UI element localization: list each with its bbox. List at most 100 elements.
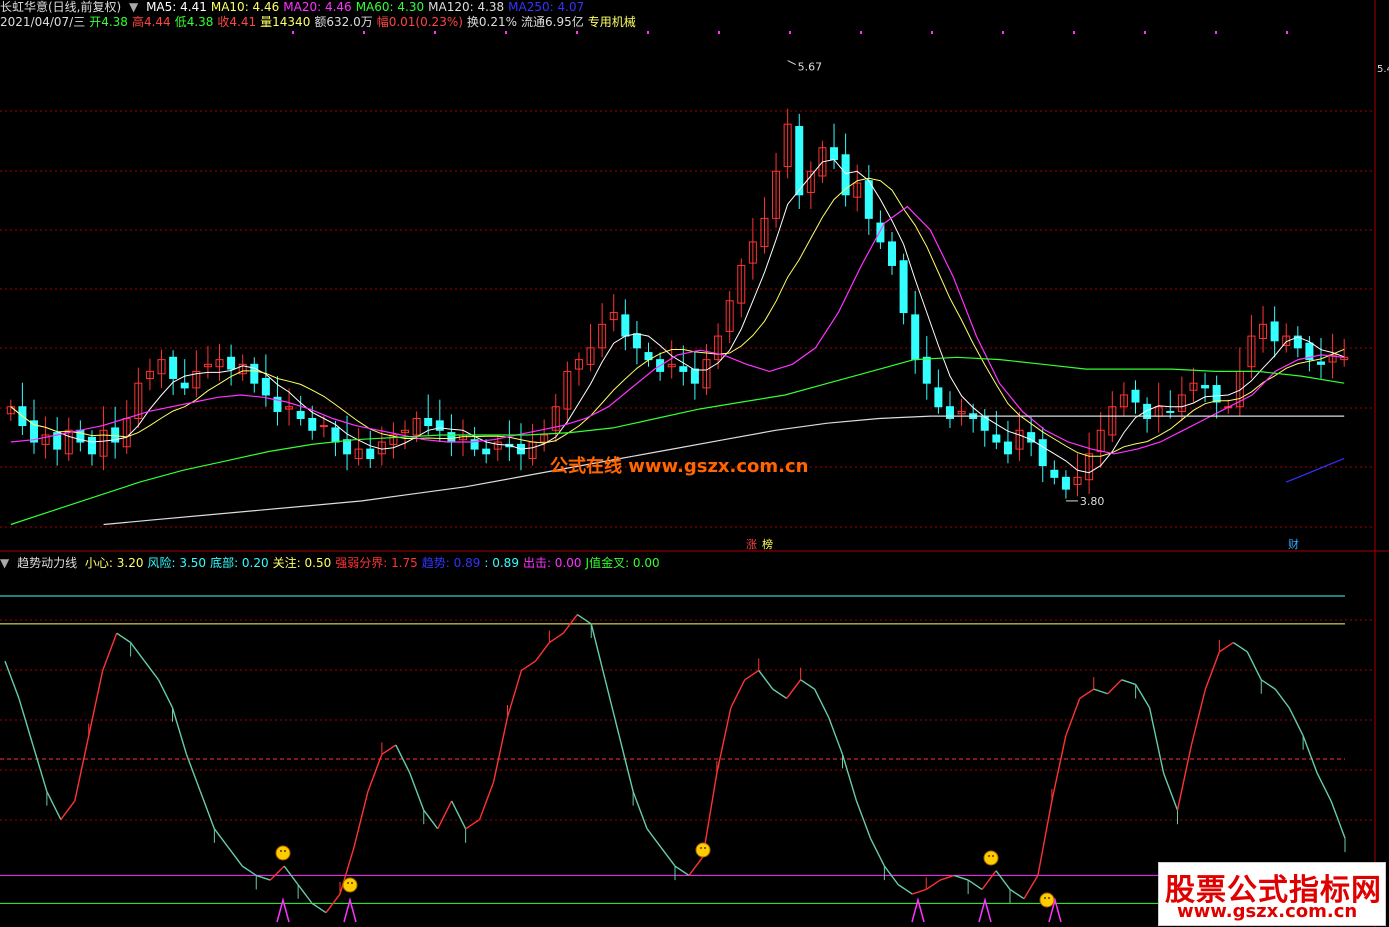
trend-line-segment [688,856,704,876]
candle-body [621,314,630,337]
trend-line-segment [1023,875,1039,900]
top-tick [931,31,933,34]
stock-title[interactable]: 长虹华意(日线,前复权) [0,0,121,14]
trend-line-segment [32,744,48,792]
price-header: 长虹华意(日线,前复权) ▼ MA5: 4.41 MA10: 4.46 MA20: … [0,0,588,14]
candle-body [1270,321,1279,342]
trend-line-segment [1079,688,1095,700]
smiley-icon [1039,892,1055,908]
trend-line-segment [256,874,271,881]
candle-body [1201,385,1210,389]
ma60-line [10,356,1345,526]
top-tick [292,31,294,34]
ma-readout: MA10: 4.46 [210,0,280,14]
quote-field: 换0.21% [466,15,518,29]
trend-line-segment [939,874,955,881]
price-tag: 涨 [746,538,757,551]
top-tick [647,31,649,34]
ma5-line [10,158,1345,474]
smiley-icon [983,850,999,866]
top-tick [363,31,365,34]
candle-body [343,439,352,455]
trend-line-segment [744,669,760,681]
trend-line-segment [604,679,620,736]
trend-line-segment [1162,772,1179,811]
trend-line-segment [730,679,746,709]
trend-line-segment [74,735,90,802]
price-tag: 财 [1288,537,1299,551]
trend-line-segment [199,791,216,830]
trend-line-segment [758,670,774,690]
trend-line-segment [465,818,480,830]
trend-line-segment [1107,679,1123,695]
indicator-readout: : 0.89 [484,556,519,570]
candle-body [922,356,931,384]
candle-body [934,387,943,408]
high-label: 5.67 [798,61,823,74]
trend-line-segment [171,707,188,755]
trend-line-segment [841,754,858,802]
top-tick [434,31,436,34]
candle-body [87,436,96,455]
trend-line-segment [116,632,132,644]
top-tick [860,31,862,34]
candle-body [424,418,433,427]
trend-line-segment [1190,688,1207,746]
candle-body [992,434,1001,443]
trend-line-segment [241,865,257,877]
trend-line-segment [1274,688,1290,709]
trend-line-segment [1037,800,1053,876]
right-axis-label: 5.4 [1377,64,1389,75]
trend-line-segment [1093,688,1108,695]
ma-readout: MA120: 4.38 [428,0,505,14]
trend-line-segment [157,679,174,709]
candle-body [1317,361,1326,365]
indicator-readout: 风险: 3.50 [147,556,207,570]
trend-line-segment [409,772,425,811]
indicator-readout: 出击: 0.00 [522,556,582,570]
quote-field: 流通6.95亿 [521,15,584,29]
trend-line-segment [1204,651,1221,690]
quote-field: 幅0.01(0.23%) [376,15,463,29]
trend-line-segment [1135,684,1151,709]
indicator-dropdown-icon[interactable]: ▼ [0,556,9,570]
trend-line-segment [1148,707,1165,774]
trend-line-segment [632,791,648,830]
ma250-line [1285,457,1345,483]
candle-body [830,147,839,161]
candle-body [366,448,375,460]
quote-field: 高4.44 [131,15,171,29]
top-tick [1144,31,1146,34]
trend-line-segment [1288,707,1304,736]
ma-readout: MA250: 4.07 [508,0,585,14]
candle-body [1050,469,1059,478]
candle-body [911,314,920,361]
trend-line-segment [102,632,118,671]
trend-line-segment [1065,698,1081,736]
trend-line-segment [213,828,229,848]
smiley-eye [351,882,353,884]
smiley-icon [342,877,358,893]
trend-line-segment [1260,679,1276,690]
trend-line-segment [311,902,327,914]
candle-body [331,427,340,443]
indicator-title[interactable]: 趋势动力线 [17,556,77,570]
top-tick [789,31,791,34]
trend-line-segment [869,837,886,867]
candle-body [1212,385,1221,403]
trend-line-segment [660,847,676,867]
dropdown-icon[interactable]: ▼ [129,0,138,14]
top-tick [1002,31,1004,34]
high-marker [787,60,796,66]
trend-line-segment [492,716,509,783]
smiley-eye [700,847,702,849]
candle-body [261,377,270,396]
trend-line-segment [1302,735,1318,774]
trend-line-segment [1316,772,1332,802]
candle-body [888,241,897,266]
trend-line-segment [674,865,690,877]
candle-body [1038,439,1047,467]
trend-line-segment [521,660,536,672]
trend-line-segment [772,688,788,700]
candle-body [690,368,699,384]
